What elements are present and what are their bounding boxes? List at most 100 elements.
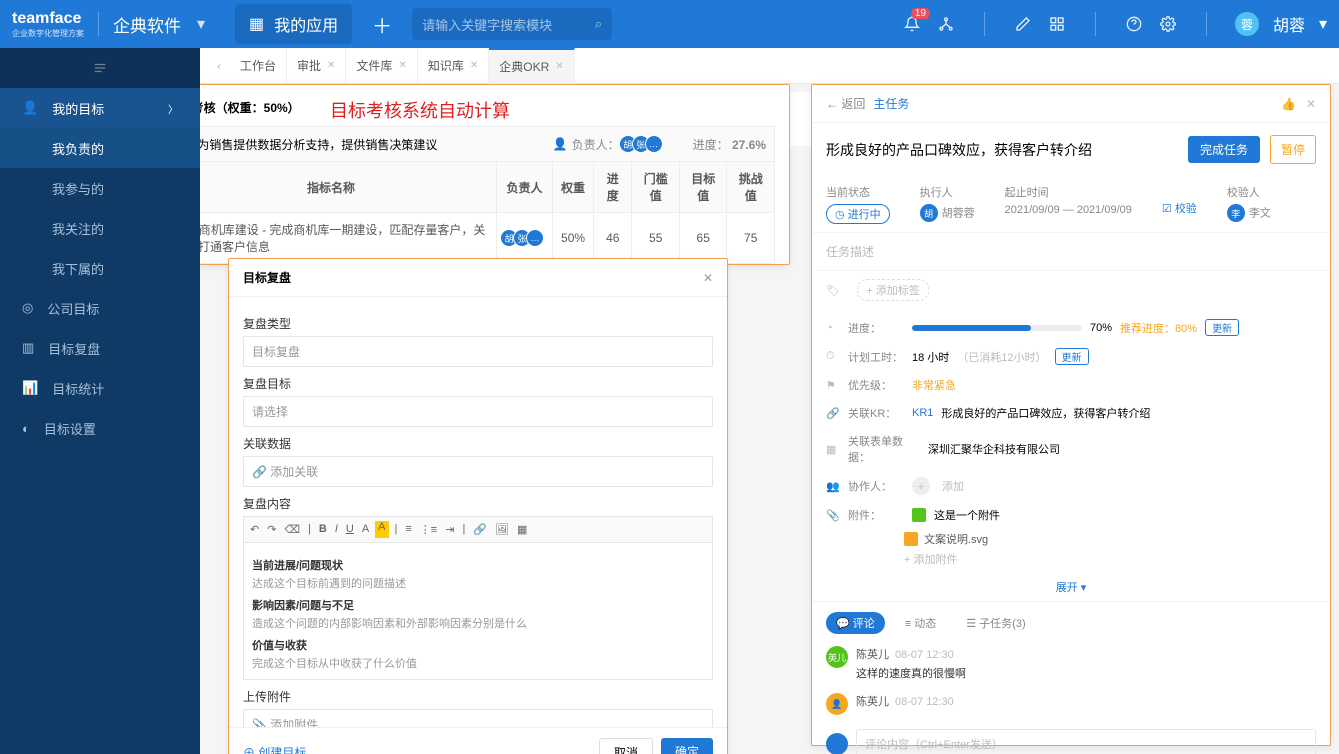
kr-challenge: 75 xyxy=(727,213,775,264)
redo-icon[interactable]: ↷ xyxy=(265,521,278,538)
link-icon[interactable]: 🔗 xyxy=(471,521,489,538)
form-value: 深圳汇聚华企科技有限公司 xyxy=(928,441,1060,457)
color-icon[interactable]: A xyxy=(375,521,388,538)
user-caret-icon[interactable]: ▾ xyxy=(1319,14,1327,34)
sidebar-item-stats[interactable]: 📊 目标统计 xyxy=(0,368,200,408)
objective-title: 为销售提供数据分析支持，提供销售决策建议 xyxy=(200,136,437,153)
sidebar-item-participate[interactable]: 我参与的 xyxy=(0,168,200,208)
status-pill[interactable]: ◷ 进行中 xyxy=(826,204,890,224)
expand-button[interactable]: 展开 ▾ xyxy=(812,573,1330,601)
time-label: 起止时间 xyxy=(1005,184,1132,200)
list-icon[interactable]: ⋮≡ xyxy=(418,521,439,538)
objective-row[interactable]: 01 为销售提供数据分析支持，提供销售决策建议 👤 负责人： 胡张… 进度： 2… xyxy=(200,126,775,161)
align-icon[interactable]: ≡ xyxy=(403,521,413,538)
add-collab-avatar[interactable]: ＋ xyxy=(912,477,930,495)
close-icon[interactable]: ✕ xyxy=(470,60,478,71)
italic-icon[interactable]: I xyxy=(333,521,340,538)
collab-add[interactable]: 添加 xyxy=(942,478,964,494)
status-label: 当前状态 xyxy=(826,184,890,200)
back-button[interactable]: ← 返回 xyxy=(826,95,865,112)
tab-files[interactable]: 文件库 ✕ xyxy=(346,48,417,84)
verify-check[interactable]: ☑ 校验 xyxy=(1162,200,1197,216)
task-description[interactable]: 任务描述 xyxy=(812,233,1330,271)
time-range[interactable]: 2021/09/09 — 2021/09/09 xyxy=(1005,204,1132,216)
help-icon[interactable] xyxy=(1124,14,1144,34)
update-hours-button[interactable]: 更新 xyxy=(1055,348,1089,365)
create-objective-link[interactable]: ⊕ 创建目标 xyxy=(243,744,306,754)
upload-input[interactable]: 📎 添加附件 xyxy=(243,709,713,727)
sidebar-collapse-button[interactable] xyxy=(0,48,200,88)
review-title: 目标复盘 xyxy=(243,269,291,286)
sidebar-item-responsible[interactable]: 我负责的 xyxy=(0,128,200,168)
cancel-button[interactable]: 取消 xyxy=(599,738,653,754)
close-icon[interactable]: ✕ xyxy=(398,60,406,71)
review-target-label: 复盘目标 xyxy=(243,375,713,392)
sidebar-item-subordinate[interactable]: 我下属的 xyxy=(0,248,200,288)
main-task-link[interactable]: 主任务 xyxy=(873,95,909,112)
editor-section-hint: 达成这个目标前遇到的问题描述 xyxy=(252,575,704,591)
attachment-2[interactable]: 文案说明.svg xyxy=(924,531,988,547)
thumb-icon[interactable]: 👍 xyxy=(1281,97,1296,111)
priority-value[interactable]: 非常紧急 xyxy=(912,377,956,393)
task-detail-panel: ← 返回 主任务 👍 ✕ 形成良好的产品口碑效应，获得客户转介绍 完成任务 暂停… xyxy=(811,84,1331,746)
close-icon[interactable]: ✕ xyxy=(555,61,563,72)
apps-grid-icon[interactable] xyxy=(1047,14,1067,34)
tab-workbench[interactable]: 工作台 xyxy=(230,48,287,84)
add-attachment-button[interactable]: + 添加附件 xyxy=(826,549,1316,569)
tab-knowledge[interactable]: 知识库✕ xyxy=(418,48,489,84)
relkr-tag[interactable]: KR1 xyxy=(912,407,933,419)
complete-task-button[interactable]: 完成任务 xyxy=(1188,136,1260,163)
sidebar-item-settings[interactable]: ◐ 目标设置 xyxy=(0,408,200,448)
sidebar-item-review[interactable]: ▥ 目标复盘 xyxy=(0,328,200,368)
gear-icon[interactable] xyxy=(1158,14,1178,34)
image-icon[interactable]: 🖼 xyxy=(493,521,511,538)
attachment-1[interactable]: 这是一个附件 xyxy=(934,507,1000,523)
rich-text-editor[interactable]: 当前进展/问题现状 达成这个目标前遇到的问题描述 影响因素/问题与不足 造成这个… xyxy=(243,543,713,680)
kr-row[interactable]: KR1 商机库建设 - 完成商机库一期建设，匹配存量客户，关联和打通客户信息 胡… xyxy=(200,213,775,264)
global-search-input[interactable]: 请输入关键字搜索模块 ⌕ xyxy=(412,8,612,40)
tab-activity[interactable]: ≡ 动态 xyxy=(895,612,946,634)
org-icon[interactable] xyxy=(936,14,956,34)
close-icon[interactable]: ✕ xyxy=(1306,97,1316,111)
indent-icon[interactable]: ⇥ xyxy=(443,521,456,538)
close-icon[interactable]: ✕ xyxy=(327,60,335,71)
add-tag-button[interactable]: + 添加标签 xyxy=(857,279,928,301)
progress-bar[interactable] xyxy=(912,325,1082,331)
user-avatar[interactable]: 蓉 xyxy=(1235,12,1259,36)
pause-task-button[interactable]: 暂停 xyxy=(1270,135,1316,164)
tab-label: 文件库 xyxy=(356,57,392,74)
sidebar-item-follow[interactable]: 我关注的 xyxy=(0,208,200,248)
font-icon[interactable]: A xyxy=(360,521,371,538)
clear-icon[interactable]: ⌫ xyxy=(282,521,302,538)
review-rel-input[interactable]: 🔗 添加关联 xyxy=(243,456,713,487)
review-type-select[interactable]: 目标复盘 xyxy=(243,336,713,367)
undo-icon[interactable]: ↶ xyxy=(248,521,261,538)
rich-text-toolbar[interactable]: ↶↷ ⌫| BI UA A| ≡⋮≡ ⇥| 🔗🖼 ▦ xyxy=(243,516,713,543)
bell-icon[interactable]: 19 xyxy=(902,14,922,34)
tab-subtasks[interactable]: ☰ 子任务(3) xyxy=(956,612,1035,634)
sidebar-item-label: 目标统计 xyxy=(52,379,104,398)
my-apps-button[interactable]: ▦ 我的应用 xyxy=(235,4,352,44)
close-icon[interactable]: ✕ xyxy=(703,271,713,285)
underline-icon[interactable]: U xyxy=(344,521,356,538)
table-icon[interactable]: ▦ xyxy=(515,521,529,538)
comment-input[interactable]: 评论内容（Ctrl+Enter发送） xyxy=(856,729,1316,754)
app-switch-caret-icon[interactable]: ▾ xyxy=(197,14,205,34)
add-icon[interactable]: ＋ xyxy=(372,10,392,39)
edit-icon[interactable] xyxy=(1013,14,1033,34)
tab-comments[interactable]: 💬 评论 xyxy=(826,612,885,634)
sidebar-item-my-objectives[interactable]: 👤 我的目标 〉 xyxy=(0,88,200,128)
confirm-button[interactable]: 确定 xyxy=(661,738,713,754)
bold-icon[interactable]: B xyxy=(317,521,329,538)
comment-time: 08-07 12:30 xyxy=(895,696,954,708)
okr-assessment-panel: OKR考核（权重：50%） 01 为销售提供数据分析支持，提供销售决策建议 👤 … xyxy=(200,84,790,265)
recommended-progress: 推荐进度：80% xyxy=(1120,320,1197,336)
checker-name: 李文 xyxy=(1249,208,1271,220)
tabs-scroll-left-icon[interactable]: ‹ xyxy=(208,59,230,73)
update-progress-button[interactable]: 更新 xyxy=(1205,319,1239,336)
responsible-label: 负责人： xyxy=(572,136,620,153)
tab-okr[interactable]: 企典OKR✕ xyxy=(489,48,574,84)
tab-approval[interactable]: 审批✕ xyxy=(287,48,346,84)
review-target-select[interactable]: 请选择 xyxy=(243,396,713,427)
sidebar-item-company-objectives[interactable]: ◎ 公司目标 xyxy=(0,288,200,328)
